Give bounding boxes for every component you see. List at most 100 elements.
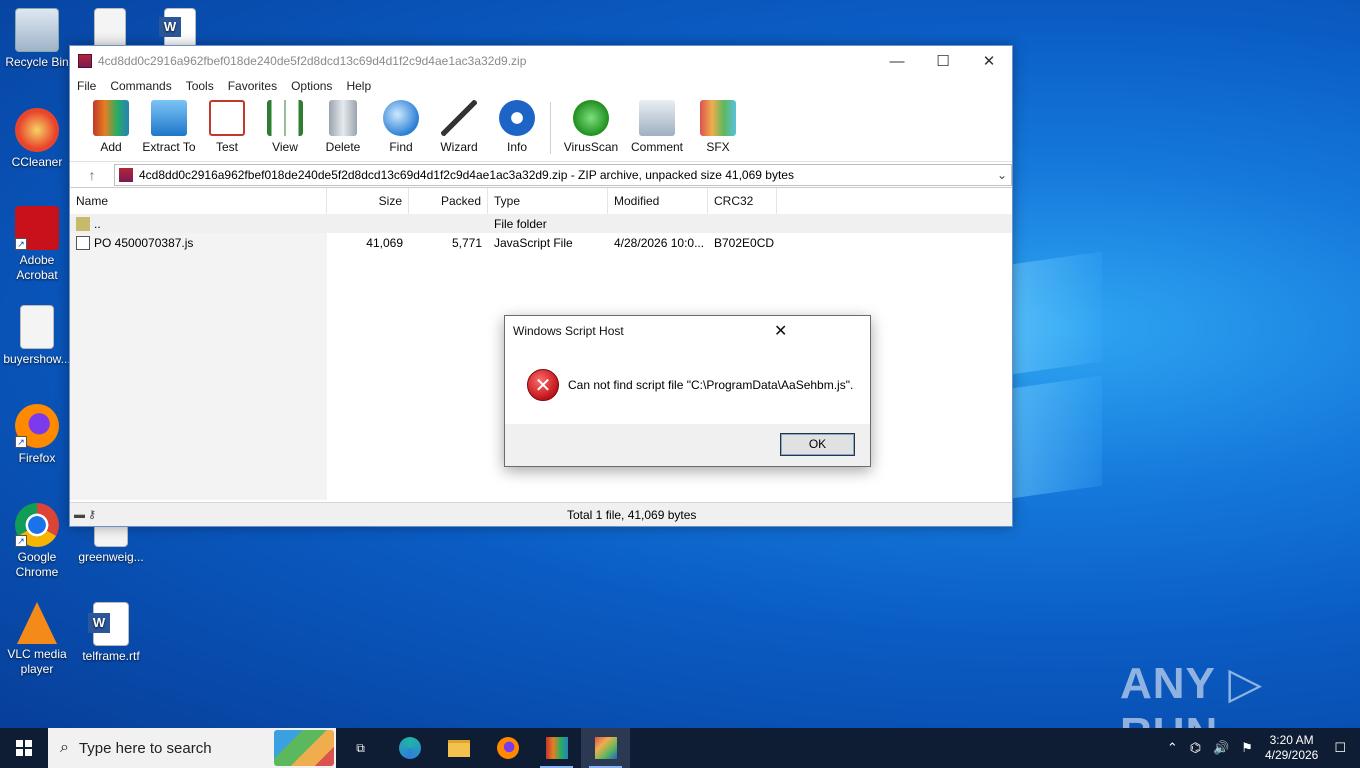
dialog-footer: OK (505, 424, 870, 466)
dialog-message: Can not find script file "C:\ProgramData… (568, 378, 854, 392)
comment-icon (639, 100, 675, 136)
file-crc: B702E0CD (714, 235, 775, 250)
adobe-acrobat-icon: ↗ (15, 206, 59, 250)
window-title: 4cd8dd0c2916a962fbef018de240de5f2d8dcd13… (98, 54, 527, 68)
file-packed: 5,771 (451, 235, 482, 250)
file-type: File folder (494, 216, 547, 231)
drive-key-icon[interactable]: ▬ ⚷ (70, 508, 110, 521)
column-header-type[interactable]: Type (488, 188, 608, 214)
menu-tools[interactable]: Tools (186, 79, 214, 93)
status-bar: ▬ ⚷ Total 1 file, 41,069 bytes (70, 502, 1012, 526)
status-text: Total 1 file, 41,069 bytes (567, 507, 697, 522)
toolbar: Add Extract To Test View Delete Find Wiz… (70, 96, 1012, 162)
trash-icon (329, 100, 357, 136)
volume-icon[interactable]: 🔊 (1213, 740, 1229, 756)
desktop-icon-vlc[interactable]: VLC media player (0, 602, 74, 677)
menu-help[interactable]: Help (346, 79, 371, 93)
notifications-icon[interactable]: ☐ (1334, 740, 1346, 756)
up-arrow-icon[interactable]: ↑ (70, 167, 114, 183)
ok-button[interactable]: OK (780, 433, 855, 456)
extract-to-button[interactable]: Extract To (140, 100, 198, 154)
chevron-up-icon[interactable]: ⌃ (1167, 740, 1178, 756)
view-book-icon (267, 100, 303, 136)
column-header-packed[interactable]: Packed (409, 188, 488, 214)
sfx-button[interactable]: SFX (689, 100, 747, 154)
task-view-button[interactable]: ⧉ (336, 728, 385, 768)
menu-file[interactable]: File (77, 79, 96, 93)
desktop-icon-ccleaner[interactable]: CCleaner (0, 108, 74, 170)
menu-options[interactable]: Options (291, 79, 332, 93)
taskbar-script-host[interactable] (581, 728, 630, 768)
sfx-icon (700, 100, 736, 136)
add-button[interactable]: Add (82, 100, 140, 154)
taskbar-winrar[interactable] (532, 728, 581, 768)
close-icon[interactable]: ✕ (692, 321, 871, 341)
minimize-icon[interactable]: — (874, 46, 920, 76)
taskbar-edge[interactable] (385, 728, 434, 768)
column-header-crc32[interactable]: CRC32 (708, 188, 777, 214)
comment-button[interactable]: Comment (625, 100, 689, 154)
file-size: 41,069 (366, 235, 403, 250)
archive-path-field[interactable]: 4cd8dd0c2916a962fbef018de240de5f2d8dcd13… (114, 163, 1012, 186)
taskbar-file-explorer[interactable] (434, 728, 483, 768)
wsh-error-dialog: Windows Script Host ✕ ✕ Can not find scr… (504, 315, 871, 467)
dialog-titlebar[interactable]: Windows Script Host ✕ (505, 316, 870, 346)
clock[interactable]: 3:20 AM 4/29/2026 (1265, 733, 1318, 763)
start-button[interactable] (0, 728, 48, 768)
wallpaper-logo-pane (1012, 375, 1102, 499)
taskbar-search-box[interactable]: ⌕ Type here to search (48, 728, 336, 768)
view-button[interactable]: View (256, 100, 314, 154)
desktop-icon-label: VLC media player (7, 647, 67, 676)
chevron-down-icon[interactable]: ⌄ (993, 168, 1011, 182)
dialog-title: Windows Script Host (513, 324, 624, 338)
desktop-icon-firefox[interactable]: ↗ Firefox (0, 404, 74, 466)
clock-time: 3:20 AM (1269, 733, 1314, 747)
column-header-size[interactable]: Size (327, 188, 409, 214)
action-center-flag-icon[interactable]: ⚑ (1241, 740, 1253, 756)
desktop-icon-chrome[interactable]: ↗ Google Chrome (0, 503, 74, 580)
menu-commands[interactable]: Commands (110, 79, 171, 93)
close-icon[interactable]: ✕ (966, 46, 1012, 76)
clock-date: 4/29/2026 (1264, 748, 1319, 762)
firefox-icon: ↗ (15, 404, 59, 448)
archive-path-text: 4cd8dd0c2916a962fbef018de240de5f2d8dcd13… (139, 167, 794, 182)
info-button[interactable]: Info (488, 100, 546, 154)
file-type: JavaScript File (494, 235, 573, 250)
network-icon[interactable]: ⌬ (1190, 740, 1201, 756)
desktop-icon-buyershow[interactable]: buyershow... (0, 305, 74, 367)
desktop-icon-label: buyershow... (3, 352, 71, 366)
ccleaner-icon (15, 108, 59, 152)
maximize-icon[interactable]: ☐ (920, 46, 966, 76)
winrar-titlebar[interactable]: 4cd8dd0c2916a962fbef018de240de5f2d8dcd13… (70, 46, 1012, 76)
magnifier-icon (383, 100, 419, 136)
virusscan-button[interactable]: VirusScan (557, 100, 625, 154)
test-button[interactable]: Test (198, 100, 256, 154)
desktop-icon-label: Firefox (18, 451, 56, 465)
desktop-icon-telframe[interactable]: W telframe.rtf (74, 602, 148, 664)
toolbar-separator (550, 102, 551, 154)
wizard-wand-icon (441, 100, 477, 136)
taskbar: ⌕ Type here to search ⧉ ⌃ ⌬ 🔊 ⚑ 3:20 AM … (0, 728, 1360, 768)
column-header-name[interactable]: Name (70, 188, 327, 214)
search-highlight-image (274, 730, 334, 766)
test-clipboard-icon (209, 100, 245, 136)
search-icon: ⌕ (60, 739, 69, 756)
wizard-button[interactable]: Wizard (430, 100, 488, 154)
taskbar-firefox[interactable] (483, 728, 532, 768)
desktop-icon-recycle-bin[interactable]: Recycle Bin (0, 8, 74, 70)
table-row[interactable]: PO 4500070387.js 41,069 5,771 JavaScript… (70, 233, 1012, 252)
add-icon (93, 100, 129, 136)
desktop-icon-label: telframe.rtf (82, 649, 140, 663)
desktop-icon-label: Google Chrome (15, 550, 59, 579)
find-button[interactable]: Find (372, 100, 430, 154)
menu-favorites[interactable]: Favorites (228, 79, 277, 93)
edge-icon (398, 737, 421, 759)
address-bar: ↑ 4cd8dd0c2916a962fbef018de240de5f2d8dcd… (70, 162, 1012, 188)
delete-button[interactable]: Delete (314, 100, 372, 154)
search-placeholder: Type here to search (78, 739, 212, 757)
desktop-icon-adobe-acrobat[interactable]: ↗ Adobe Acrobat (0, 206, 74, 283)
table-row[interactable]: .. File folder (70, 214, 1012, 233)
zip-archive-icon (119, 167, 133, 182)
column-header-modified[interactable]: Modified (608, 188, 708, 214)
script-host-icon (594, 737, 617, 759)
